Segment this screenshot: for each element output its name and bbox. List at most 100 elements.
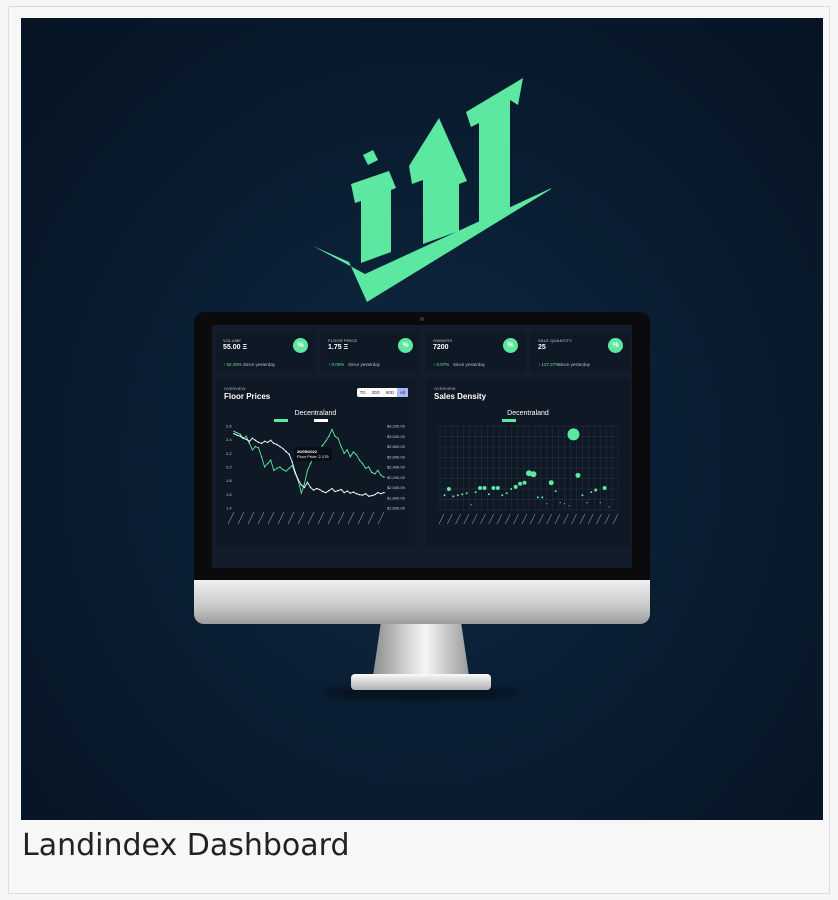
series-point <box>236 432 238 434</box>
x-tick-label <box>480 513 486 525</box>
range-7d-button[interactable]: 7D <box>357 388 369 397</box>
series-point <box>260 442 263 445</box>
scatter-point <box>452 495 455 498</box>
y-right-tick: $2,600.00 <box>387 454 406 459</box>
caption-title[interactable]: Landindex Dashboard <box>22 828 350 863</box>
series-point <box>374 493 376 496</box>
stat-card-owners[interactable]: OWNERS 7200 % ↑ 0.07% Since yesterday <box>426 332 525 372</box>
series-point <box>355 454 358 456</box>
series-point <box>233 430 235 433</box>
x-tick-label <box>571 513 577 525</box>
series-point <box>254 439 257 442</box>
x-tick-label <box>347 511 355 525</box>
series-point <box>245 438 247 441</box>
scatter-point <box>581 494 584 497</box>
x-tick-label <box>554 513 561 525</box>
series-point <box>303 483 306 485</box>
x-tick-label <box>377 511 385 525</box>
series-point <box>334 490 336 493</box>
series-point <box>361 462 364 465</box>
x-tick-label <box>337 511 345 525</box>
scatter-point <box>470 504 472 506</box>
stat-card-floor-price[interactable]: FLOOR PRICE 1.75 Ξ % ↑ 0.00% Since yeste… <box>321 332 420 372</box>
series-point <box>279 445 281 448</box>
legend-swatch-density <box>502 419 516 422</box>
y-right-tick: $3,200.00 <box>387 424 406 429</box>
y-right-tick: $1,600.00 <box>387 506 406 511</box>
x-tick-label <box>257 511 265 525</box>
hero-image[interactable]: VOLUME 55.00 Ξ % ↑ 52.28% Since yesterda… <box>21 18 823 820</box>
series-point <box>303 486 306 489</box>
y-left-tick: 2.2 <box>226 451 232 456</box>
series-point <box>309 462 312 465</box>
series-point <box>291 461 293 463</box>
scatter-point <box>487 493 490 496</box>
stat-card-sale-quantity[interactable]: SALE QUANTITY 25 % ↑ 127.27% Since yeste… <box>531 332 630 372</box>
legend-swatch-floor <box>274 419 288 422</box>
series-point <box>288 453 290 455</box>
y-left-tick: 1.6 <box>226 492 232 497</box>
y-left-tick: 2.0 <box>226 465 232 470</box>
sales-density-panel: OVERVIEW Sales Density Decentraland <box>426 378 630 547</box>
scatter-point <box>590 491 593 494</box>
stat-card-volume[interactable]: VOLUME 55.00 Ξ % ↑ 52.28% Since yesterda… <box>216 332 315 372</box>
stat-change: ↑ 0.00% <box>328 362 345 367</box>
series-point <box>334 435 336 437</box>
x-tick-label <box>505 513 511 525</box>
scatter-point <box>541 496 544 499</box>
series-point <box>337 489 339 492</box>
camera-dot <box>420 317 424 321</box>
scatter-point <box>536 496 539 499</box>
series-point <box>282 469 284 471</box>
y-right-tick: $3,000.00 <box>387 434 406 439</box>
scatter-point <box>474 491 477 494</box>
series-point <box>239 433 241 435</box>
series-point <box>377 469 379 472</box>
series-point <box>361 494 364 496</box>
x-tick-label <box>579 513 586 525</box>
series-point <box>371 495 373 497</box>
scatter-point <box>461 493 464 496</box>
range-30d-button[interactable]: 30D <box>368 388 382 397</box>
series-point <box>358 459 361 461</box>
scatter-point <box>510 488 513 490</box>
series-point <box>337 437 339 439</box>
series-point <box>380 492 382 495</box>
range-90d-button[interactable]: 90D <box>383 388 397 397</box>
series-point <box>355 492 358 495</box>
range-selector: 7D 30D 90D All <box>356 388 408 397</box>
x-tick-label <box>463 513 470 525</box>
range-all-button[interactable]: All <box>396 388 408 397</box>
sales-density-chart[interactable] <box>426 378 630 547</box>
series-point <box>300 484 303 486</box>
series-point <box>319 488 321 491</box>
series-point <box>254 445 257 448</box>
x-tick-label <box>327 511 335 525</box>
legend-swatch-white <box>314 419 328 422</box>
x-tick-label <box>297 511 305 525</box>
series-point <box>322 444 324 446</box>
stat-label: SALE QUANTITY <box>538 338 573 343</box>
x-tick-label <box>447 513 453 525</box>
series-point <box>346 449 348 451</box>
series-point <box>270 439 272 442</box>
y-left-tick: 1.8 <box>226 478 232 483</box>
scatter-point <box>522 480 527 485</box>
x-tick-label <box>267 511 275 525</box>
x-tick-label <box>612 513 619 525</box>
series-point <box>273 442 275 445</box>
scatter-point <box>513 484 518 489</box>
scatter-point <box>501 494 504 497</box>
x-tick-label <box>247 511 255 525</box>
x-tick-label <box>287 511 295 525</box>
series-point <box>306 469 309 472</box>
scatter-point <box>594 488 598 492</box>
y-left-tick: 2.6 <box>226 424 232 429</box>
scatter-point <box>567 428 580 441</box>
series-point <box>279 466 281 468</box>
series-point <box>276 467 278 470</box>
floor-price-chart[interactable]: 2.6 2.4 2.2 2.0 1.8 1.6 1.4 $3,200.00 $3,000.00 $… <box>216 378 415 547</box>
scatter-point <box>575 472 581 478</box>
scatter-point <box>491 485 496 490</box>
x-tick-label <box>513 513 519 525</box>
